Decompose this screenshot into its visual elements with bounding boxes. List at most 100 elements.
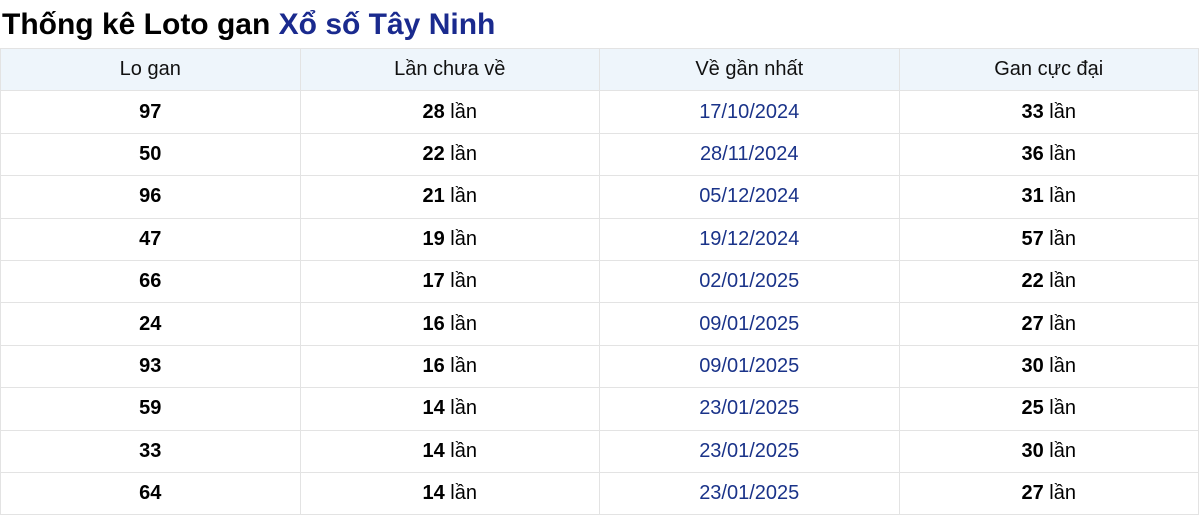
table-row: 24 16 lần 09/01/2025 27 lần [0, 302, 1199, 346]
missing-count-cell: 16 lần [299, 344, 600, 389]
lo-gan-cell: 50 [0, 132, 301, 177]
missing-count-value: 28 [422, 100, 445, 123]
last-appearance-cell: 23/01/2025 [599, 471, 900, 516]
max-gap-unit: lần [1049, 397, 1076, 420]
lo-number: 93 [139, 354, 162, 377]
missing-count-unit: lần [450, 270, 477, 293]
lo-number: 59 [139, 397, 162, 420]
lo-number: 33 [139, 439, 162, 462]
lo-gan-cell: 93 [0, 344, 301, 389]
missing-count-cell: 14 lần [299, 387, 600, 431]
max-gap-unit: lần [1049, 185, 1076, 208]
missing-count-cell: 14 lần [299, 429, 600, 473]
missing-count-unit: lần [450, 397, 477, 420]
max-gap-cell: 27 lần [898, 302, 1199, 346]
max-gap-value: 22 [1021, 270, 1044, 293]
missing-count-unit: lần [450, 185, 477, 208]
table-row: 66 17 lần 02/01/2025 22 lần [0, 259, 1199, 304]
title-prefix: Thống kê Loto gan [2, 8, 271, 41]
last-appearance-cell: 05/12/2024 [599, 175, 900, 219]
last-appearance-cell: 09/01/2025 [599, 344, 900, 389]
max-gap-value: 33 [1021, 100, 1044, 123]
missing-count-cell: 16 lần [299, 302, 600, 346]
column-header-missing-count: Lần chưa về [299, 47, 600, 92]
table-row: 93 16 lần 09/01/2025 30 lần [0, 344, 1199, 389]
max-gap-value: 27 [1021, 482, 1044, 505]
max-gap-cell: 31 lần [898, 175, 1199, 219]
table-header-row: Lo gan Lần chưa về Về gần nhất Gan cực đ… [0, 47, 1199, 92]
column-header-last-appearance: Về gần nhất [599, 47, 900, 92]
missing-count-unit: lần [450, 100, 477, 123]
missing-count-value: 16 [422, 312, 445, 335]
missing-count-unit: lần [450, 482, 477, 505]
lo-number: 64 [139, 482, 162, 505]
lo-gan-cell: 47 [0, 217, 301, 261]
missing-count-unit: lần [450, 439, 477, 462]
missing-count-cell: 22 lần [299, 132, 600, 177]
max-gap-cell: 36 lần [898, 132, 1199, 177]
max-gap-unit: lần [1049, 354, 1076, 377]
table-row: 96 21 lần 05/12/2024 31 lần [0, 175, 1199, 219]
missing-count-value: 19 [422, 227, 445, 250]
last-appearance-cell: 19/12/2024 [599, 217, 900, 261]
last-appearance-cell: 09/01/2025 [599, 302, 900, 346]
max-gap-value: 25 [1021, 397, 1044, 420]
max-gap-unit: lần [1049, 439, 1076, 462]
max-gap-cell: 30 lần [898, 429, 1199, 473]
missing-count-value: 17 [422, 270, 445, 293]
max-gap-cell: 57 lần [898, 217, 1199, 261]
column-header-lo-gan: Lo gan [0, 47, 301, 92]
missing-count-cell: 21 lần [299, 175, 600, 219]
max-gap-cell: 25 lần [898, 387, 1199, 431]
last-appearance-cell: 23/01/2025 [599, 429, 900, 473]
max-gap-cell: 27 lần [898, 471, 1199, 516]
table-row: 33 14 lần 23/01/2025 30 lần [0, 429, 1199, 473]
lo-gan-cell: 24 [0, 302, 301, 346]
lo-number: 47 [139, 227, 162, 250]
max-gap-unit: lần [1049, 227, 1076, 250]
missing-count-cell: 28 lần [299, 90, 600, 134]
max-gap-value: 30 [1021, 439, 1044, 462]
lo-gan-cell: 97 [0, 90, 301, 134]
table-row: 50 22 lần 28/11/2024 36 lần [0, 132, 1199, 177]
page-title: Thống kê Loto gan Xổ số Tây Ninh [0, 0, 1200, 48]
missing-count-cell: 19 lần [299, 217, 600, 261]
max-gap-value: 36 [1021, 142, 1044, 165]
missing-count-value: 21 [422, 185, 445, 208]
max-gap-cell: 33 lần [898, 90, 1199, 134]
loto-gan-table: Lo gan Lần chưa về Về gần nhất Gan cực đ… [0, 47, 1199, 516]
lo-number: 66 [139, 270, 162, 293]
missing-count-cell: 17 lần [299, 259, 600, 304]
max-gap-cell: 30 lần [898, 344, 1199, 389]
max-gap-unit: lần [1049, 270, 1076, 293]
lo-gan-cell: 96 [0, 175, 301, 219]
table-body: 97 28 lần 17/10/2024 33 lần 50 22 lần 28/11/20… [0, 90, 1199, 516]
title-highlight: Xổ số Tây Ninh [278, 8, 496, 41]
lo-gan-cell: 33 [0, 429, 301, 473]
lo-number: 24 [139, 312, 162, 335]
lo-number: 50 [139, 142, 162, 165]
max-gap-cell: 22 lần [898, 259, 1199, 304]
max-gap-unit: lần [1049, 482, 1076, 505]
table-row: 64 14 lần 23/01/2025 27 lần [0, 471, 1199, 516]
missing-count-cell: 14 lần [299, 471, 600, 516]
missing-count-unit: lần [450, 354, 477, 377]
missing-count-unit: lần [450, 312, 477, 335]
column-header-max-gap: Gan cực đại [898, 47, 1199, 92]
max-gap-unit: lần [1049, 142, 1076, 165]
missing-count-unit: lần [450, 142, 477, 165]
missing-count-value: 14 [422, 482, 445, 505]
last-appearance-cell: 28/11/2024 [599, 132, 900, 177]
last-appearance-cell: 23/01/2025 [599, 387, 900, 431]
max-gap-value: 30 [1021, 354, 1044, 377]
table-row: 59 14 lần 23/01/2025 25 lần [0, 387, 1199, 431]
missing-count-value: 14 [422, 439, 445, 462]
lo-number: 96 [139, 185, 162, 208]
max-gap-unit: lần [1049, 100, 1076, 123]
missing-count-unit: lần [450, 227, 477, 250]
last-appearance-cell: 17/10/2024 [599, 90, 900, 134]
lo-gan-cell: 66 [0, 259, 301, 304]
missing-count-value: 22 [422, 142, 445, 165]
max-gap-unit: lần [1049, 312, 1076, 335]
lo-gan-cell: 59 [0, 387, 301, 431]
